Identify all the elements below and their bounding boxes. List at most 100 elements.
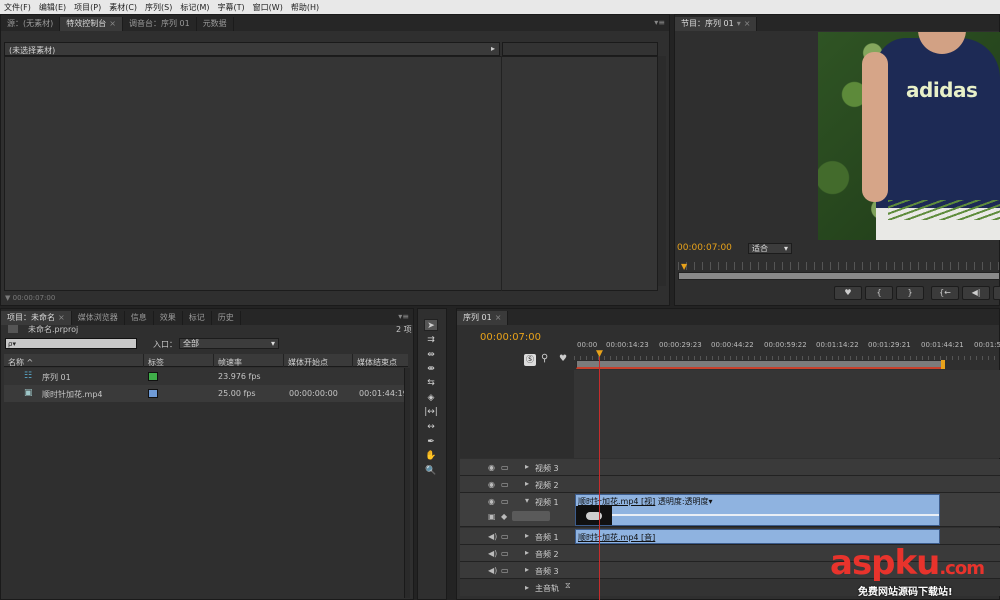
timeline-timecode[interactable]: 00:00:07:00 [480,332,541,343]
tab-media-browser[interactable]: 媒体浏览器 [72,311,125,325]
col-framerate[interactable]: 帧速率 [218,357,242,368]
step-back-button[interactable]: ◀| [962,286,990,300]
selection-tool-icon[interactable]: ➤ [424,319,438,331]
video-clip[interactable]: 顺时针加花.mp4 [视] 透明度:透明度▾ [575,494,940,526]
track-label-audio-3: 音频 3 [535,567,559,576]
tab-markers[interactable]: 标记 [183,311,212,325]
lock-icon[interactable]: ▭ [501,480,509,489]
menu-project[interactable]: 项目(P) [74,2,101,13]
close-icon[interactable]: × [58,313,65,322]
lock-icon[interactable]: ▭ [501,463,509,472]
work-area-end-handle[interactable] [941,360,945,369]
tab-history[interactable]: 历史 [212,311,241,325]
in-label: 入口： [153,340,177,349]
in-dropdown[interactable]: 全部 ▾ [179,338,279,349]
tab-effects[interactable]: 效果 [154,311,183,325]
close-icon[interactable]: × [495,313,502,322]
lock-icon[interactable]: ▭ [501,532,509,541]
add-marker-icon[interactable]: ⚲ [541,353,548,364]
eye-icon[interactable]: ◉ [488,497,495,506]
close-icon[interactable]: × [744,19,751,28]
expand-triangle-icon[interactable]: ▸ [525,531,529,540]
effect-scrollbar[interactable] [658,56,666,286]
menu-help[interactable]: 帮助(H) [291,2,319,13]
speaker-icon[interactable]: ◀) [488,566,497,575]
expand-triangle-icon[interactable]: ▸ [525,479,529,488]
zoom-tool-icon[interactable]: 🔍 [424,465,438,477]
expand-triangle-icon[interactable]: ▸ [525,583,529,592]
expand-triangle-icon[interactable]: ▸ [525,548,529,557]
snap-icon[interactable]: Ⓢ [524,354,536,366]
dropdown-icon[interactable]: ▾ [737,19,741,28]
playhead-marker-icon[interactable]: ▼ [681,262,687,271]
tab-effect-controls[interactable]: 特效控制台 × [60,17,123,31]
mark-in-button[interactable]: { [865,286,893,300]
label-swatch [148,389,158,398]
slide-tool-icon[interactable]: ↔ [424,421,438,433]
panel-menu-icon[interactable]: ▾≡ [398,312,409,321]
playhead-line[interactable] [599,357,600,600]
effect-divider[interactable] [501,56,502,291]
marker-icon[interactable]: ♥ [559,354,567,364]
tab-sequence[interactable]: 序列 01 × [457,311,509,325]
slip-tool-icon[interactable]: |↔| [424,406,438,418]
speaker-icon[interactable]: ◀) [488,532,497,541]
close-icon[interactable]: × [109,19,116,28]
pen-tool-icon[interactable]: ✒ [424,436,438,448]
ruler-tick-label: 00:00 [577,341,598,349]
lock-icon[interactable]: ▭ [501,549,509,558]
col-media-start[interactable]: 媒体开始点 [288,357,328,368]
fit-dropdown[interactable]: 适合 ▾ [748,243,792,254]
go-to-in-button[interactable]: {← [931,286,959,300]
ripple-edit-tool-icon[interactable]: ⇹ [424,349,438,361]
program-scroll-bar[interactable] [678,272,1000,280]
menu-window[interactable]: 窗口(W) [253,2,283,13]
panel-menu-icon[interactable]: ▾≡ [654,18,665,27]
search-input[interactable]: ρ▾ [5,338,137,349]
menu-edit[interactable]: 编辑(E) [39,2,66,13]
tab-source[interactable]: 源：(无素材) [1,17,61,31]
rolling-edit-tool-icon[interactable]: ⇼ [424,363,438,375]
razor-tool-icon[interactable]: ◈ [424,392,438,404]
display-style-icon[interactable]: ▣ [488,512,496,521]
collapse-triangle-icon[interactable]: ▾ [525,496,529,505]
lock-icon[interactable]: ▭ [501,497,509,506]
menu-marker[interactable]: 标记(M) [180,2,209,13]
expand-triangle-icon[interactable]: ▸ [525,462,529,471]
lock-icon[interactable]: ▭ [501,566,509,575]
eye-icon[interactable]: ◉ [488,480,495,489]
effect-timecode[interactable]: ▼ 00:00:07:00 [5,294,55,302]
audio-clip[interactable]: 顺时针加花.mp4 [音] [575,529,940,544]
tab-program[interactable]: 节目：序列 01 ▾ × [675,17,758,31]
menu-sequence[interactable]: 序列(S) [145,2,172,13]
col-media-end[interactable]: 媒体结束点 [357,357,397,368]
menu-file[interactable]: 文件(F) [4,2,31,13]
track-select-tool-icon[interactable]: ⇉ [424,334,438,346]
col-name[interactable]: 名称 ^ [8,357,33,368]
tab-metadata[interactable]: 元数据 [197,17,234,31]
menu-title[interactable]: 字幕(T) [218,2,245,13]
play-button[interactable] [993,286,1000,300]
expand-triangle-icon[interactable]: ▸ [525,565,529,574]
keyframe-nav[interactable] [512,511,550,521]
eye-icon[interactable]: ◉ [488,463,495,472]
rate-stretch-tool-icon[interactable]: ⇆ [424,377,438,389]
col-label[interactable]: 标签 [148,357,164,368]
program-time-ruler[interactable] [678,262,1000,270]
effect-keyframe-area [502,42,658,56]
menu-clip[interactable]: 素材(C) [109,2,137,13]
keyframe-icon[interactable]: ◆ [501,512,507,521]
row-start: 00:00:00:00 [289,389,338,398]
add-marker-button[interactable]: ♥ [834,286,862,300]
tab-audio-mixer[interactable]: 调音台：序列 01 [123,17,197,31]
program-timecode[interactable]: 00:00:07:00 [677,243,732,253]
play-triangle-icon[interactable]: ▸ [491,44,495,53]
hand-tool-icon[interactable]: ✋ [424,450,438,462]
opacity-line[interactable] [612,514,939,516]
tab-info[interactable]: 信息 [125,311,154,325]
speaker-icon[interactable]: ◀) [488,549,497,558]
work-area-bar[interactable] [576,360,942,369]
mark-out-button[interactable]: } [896,286,924,300]
tab-project[interactable]: 项目：未命名 × [1,311,72,325]
project-scrollbar[interactable] [404,368,410,598]
